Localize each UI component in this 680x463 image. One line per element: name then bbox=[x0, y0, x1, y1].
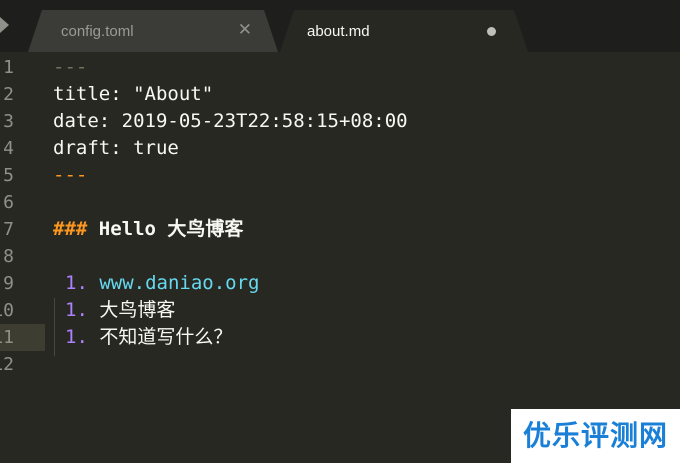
line-number: 5 bbox=[3, 165, 14, 186]
heading-marker: ### bbox=[53, 218, 88, 240]
line-content: ### Hello 大鸟博客 bbox=[53, 216, 243, 243]
line-number: 6 bbox=[3, 192, 14, 213]
list-item-text: 不知道写什么？ bbox=[99, 326, 233, 348]
watermark-logo: 优乐评测网 bbox=[511, 409, 680, 463]
yaml-value: true bbox=[133, 137, 179, 159]
code-line: 5 --- bbox=[0, 162, 680, 189]
yaml-key: draft: bbox=[53, 137, 134, 159]
list-item-text: 大鸟博客 bbox=[99, 299, 176, 321]
code-line: 12 bbox=[0, 351, 680, 378]
line-content: 1. 大鸟博客 bbox=[65, 297, 175, 324]
front-matter-delimiter: --- bbox=[53, 56, 88, 78]
code-editor[interactable]: 1 --- 2 title: "About" 3 date: 2019-05-2… bbox=[0, 52, 680, 463]
list-item-link: www.daniao.org bbox=[99, 272, 260, 294]
tab-label: about.md bbox=[307, 23, 370, 40]
line-number: 1 bbox=[3, 57, 14, 78]
code-line: 10 1. 大鸟博客 bbox=[0, 297, 680, 324]
line-number: 10 bbox=[0, 300, 14, 321]
code-line: 1 --- bbox=[0, 54, 680, 81]
line-number: 12 bbox=[0, 354, 14, 375]
tab-bar: config.toml ✕ about.md bbox=[0, 0, 680, 52]
line-content: --- bbox=[53, 54, 87, 81]
line-number: 7 bbox=[3, 219, 14, 240]
tab-about-md[interactable]: about.md bbox=[280, 10, 528, 52]
tab-config-toml[interactable]: config.toml ✕ bbox=[28, 10, 278, 52]
unsaved-dot-icon[interactable] bbox=[487, 27, 496, 36]
line-content: 1. 不知道写什么？ bbox=[65, 324, 232, 351]
editor-window: config.toml ✕ about.md 1 --- 2 title: "A… bbox=[0, 0, 680, 463]
line-content: title: "About" bbox=[53, 81, 213, 108]
code-line: 2 title: "About" bbox=[0, 81, 680, 108]
code-line-current: 11 1. 不知道写什么？ bbox=[0, 324, 680, 351]
code-line: 6 bbox=[0, 189, 680, 216]
list-number: 1. bbox=[65, 272, 100, 294]
tab-label: config.toml bbox=[61, 23, 134, 40]
yaml-key: date: bbox=[53, 110, 122, 132]
line-number: 8 bbox=[3, 246, 14, 267]
code-line: 7 ### Hello 大鸟博客 bbox=[0, 216, 680, 243]
line-content: 1. www.daniao.org bbox=[65, 270, 259, 297]
list-number: 1. bbox=[65, 326, 100, 348]
yaml-value: 2019-05-23T22:58:15+08:00 bbox=[121, 110, 408, 132]
line-content: --- bbox=[53, 162, 87, 189]
front-matter-delimiter: --- bbox=[53, 164, 88, 186]
line-number: 4 bbox=[3, 138, 14, 159]
list-number: 1. bbox=[65, 299, 100, 321]
code-line: 4 draft: true bbox=[0, 135, 680, 162]
line-content: date: 2019-05-23T22:58:15+08:00 bbox=[53, 108, 408, 135]
line-number: 3 bbox=[3, 111, 14, 132]
line-number: 2 bbox=[3, 84, 14, 105]
code-line: 3 date: 2019-05-23T22:58:15+08:00 bbox=[0, 108, 680, 135]
line-content: draft: true bbox=[53, 135, 179, 162]
code-line: 9 1. www.daniao.org bbox=[0, 270, 680, 297]
scroll-tabs-left-icon[interactable] bbox=[0, 17, 9, 33]
close-icon[interactable]: ✕ bbox=[238, 21, 252, 39]
line-number: 9 bbox=[3, 273, 14, 294]
heading-text: Hello 大鸟博客 bbox=[87, 218, 244, 240]
yaml-key: title: bbox=[53, 83, 134, 105]
code-line: 8 bbox=[0, 243, 680, 270]
line-number: 11 bbox=[0, 327, 14, 348]
yaml-value: "About" bbox=[133, 83, 214, 105]
